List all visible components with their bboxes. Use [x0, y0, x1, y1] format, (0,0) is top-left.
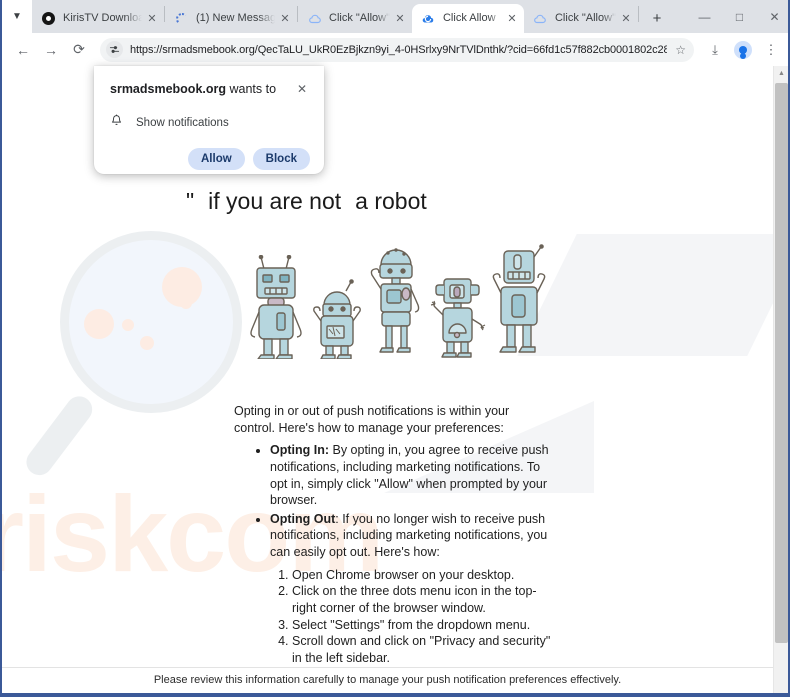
tab-separator — [637, 5, 639, 22]
page-title-main: if you are not — [208, 188, 342, 214]
notification-permission-dialog: srmadsmebook.org wants to ✕ Show notific… — [94, 66, 324, 174]
block-button[interactable]: Block — [252, 148, 310, 170]
new-tab-button[interactable]: + — [645, 6, 669, 30]
list-item: Scroll down and click on "Privacy and se… — [292, 633, 552, 666]
dialog-actions: Allow Block — [110, 148, 310, 170]
robot-icon — [370, 248, 420, 353]
dialog-title: srmadsmebook.org wants to — [110, 82, 294, 96]
robot-icon — [313, 279, 361, 359]
page-scrollbar[interactable]: ▲ — [773, 66, 788, 693]
page-title-tail: a robot — [355, 188, 427, 214]
close-window-button[interactable]: ✕ — [757, 0, 788, 33]
dialog-close-button[interactable]: ✕ — [294, 81, 310, 97]
cloud-blue-icon — [421, 11, 436, 26]
chevron-down-icon: ▼ — [12, 10, 22, 22]
tab-close-button[interactable]: ✕ — [618, 11, 634, 27]
dialog-header: srmadsmebook.org wants to ✕ — [110, 82, 310, 97]
bullet-lead: Opting In: — [270, 443, 330, 458]
tab-title: Click Allow — [442, 12, 496, 24]
browser-toolbar: ← → ⟳ https://srmadsmebook.org/QecTaLU_U… — [2, 33, 788, 66]
list-item: Click on the three dots menu icon in the… — [292, 583, 552, 616]
cloud-outline-icon — [533, 11, 548, 26]
cloud-outline-icon — [307, 11, 322, 26]
reload-button[interactable]: ⟳ — [66, 37, 92, 63]
scroll-up-arrow-icon[interactable]: ▲ — [774, 66, 788, 81]
list-item: Opting Out: If you no longer wish to rec… — [270, 511, 552, 561]
bookmark-star-icon[interactable]: ☆ — [667, 43, 686, 57]
tune-settings-icon[interactable] — [106, 41, 123, 58]
chrome-menu-icon[interactable]: ⋮ — [758, 37, 784, 63]
browser-tab[interactable]: Click "Allow" ✕ — [298, 4, 412, 33]
dialog-origin: srmadsmebook.org — [110, 82, 227, 96]
magnifier-watermark-icon — [21, 231, 262, 511]
robot-icon — [430, 278, 486, 358]
back-button[interactable]: ← — [10, 37, 36, 63]
bell-icon — [110, 113, 126, 133]
page-title-quote: " — [186, 188, 195, 214]
list-item: Select "Settings" from the dropdown menu… — [292, 617, 552, 634]
list-item: Opting In: By opting in, you agree to re… — [270, 442, 552, 509]
robot-icon — [250, 255, 302, 359]
tab-title: Click "Allow" — [554, 12, 616, 24]
forward-button[interactable]: → — [38, 37, 64, 63]
robots-illustration — [248, 234, 548, 359]
allow-button[interactable]: Allow — [188, 148, 245, 170]
tab-close-button[interactable]: ✕ — [144, 11, 160, 27]
scrollbar-thumb[interactable] — [775, 83, 788, 643]
browser-window: ▼ KirisTV Downloa ✕ (1) New Messag ✕ Cli… — [0, 0, 790, 697]
browser-tab[interactable]: KirisTV Downloa ✕ — [32, 4, 164, 33]
opt-bullet-list: Opting In: By opting in, you agree to re… — [234, 442, 552, 560]
browser-tab-active[interactable]: Click Allow ✕ — [411, 4, 524, 33]
tab-close-button[interactable]: ✕ — [504, 11, 520, 27]
list-item: Open Chrome browser on your desktop. — [292, 567, 552, 584]
downloads-icon[interactable]: ⤓ — [702, 37, 728, 63]
address-bar[interactable]: https://srmadsmebook.org/QecTaLU_UkR0EzB… — [100, 37, 694, 62]
robot-icon — [492, 244, 546, 353]
address-bar-url: https://srmadsmebook.org/QecTaLU_UkR0EzB… — [130, 43, 668, 56]
dark-circle-icon — [41, 11, 56, 26]
tab-search-button[interactable]: ▼ — [2, 0, 32, 33]
browser-tab[interactable]: (1) New Messag ✕ — [165, 4, 297, 33]
tab-list: KirisTV Downloa ✕ (1) New Messag ✕ Click… — [32, 0, 669, 33]
permission-option-row: Show notifications — [110, 113, 310, 133]
profile-avatar-icon[interactable] — [730, 37, 756, 63]
tab-title: KirisTV Downloa — [63, 12, 142, 24]
page-title: " if you are not a robot — [186, 188, 616, 215]
tab-close-button[interactable]: ✕ — [392, 11, 408, 27]
tab-title: (1) New Messag — [196, 12, 275, 24]
tab-title: Click "Allow" — [329, 12, 390, 24]
page-content: Opting in or out of push notifications i… — [234, 403, 552, 693]
intro-paragraph: Opting in or out of push notifications i… — [234, 404, 510, 435]
minimize-button[interactable]: — — [687, 0, 722, 33]
bullet-lead: Opting Out — [270, 511, 336, 526]
maximize-button[interactable]: □ — [722, 0, 757, 33]
dialog-title-suffix: wants to — [226, 82, 277, 96]
permission-option-label: Show notifications — [136, 117, 229, 129]
window-controls: — □ ✕ — [687, 0, 788, 33]
tab-strip: ▼ KirisTV Downloa ✕ (1) New Messag ✕ Cli… — [2, 0, 788, 33]
loading-spinner-icon — [174, 11, 189, 26]
page-footer-note: Please review this information carefully… — [2, 667, 773, 693]
tab-close-button[interactable]: ✕ — [277, 11, 293, 27]
browser-tab[interactable]: Click "Allow" ✕ — [524, 4, 638, 33]
